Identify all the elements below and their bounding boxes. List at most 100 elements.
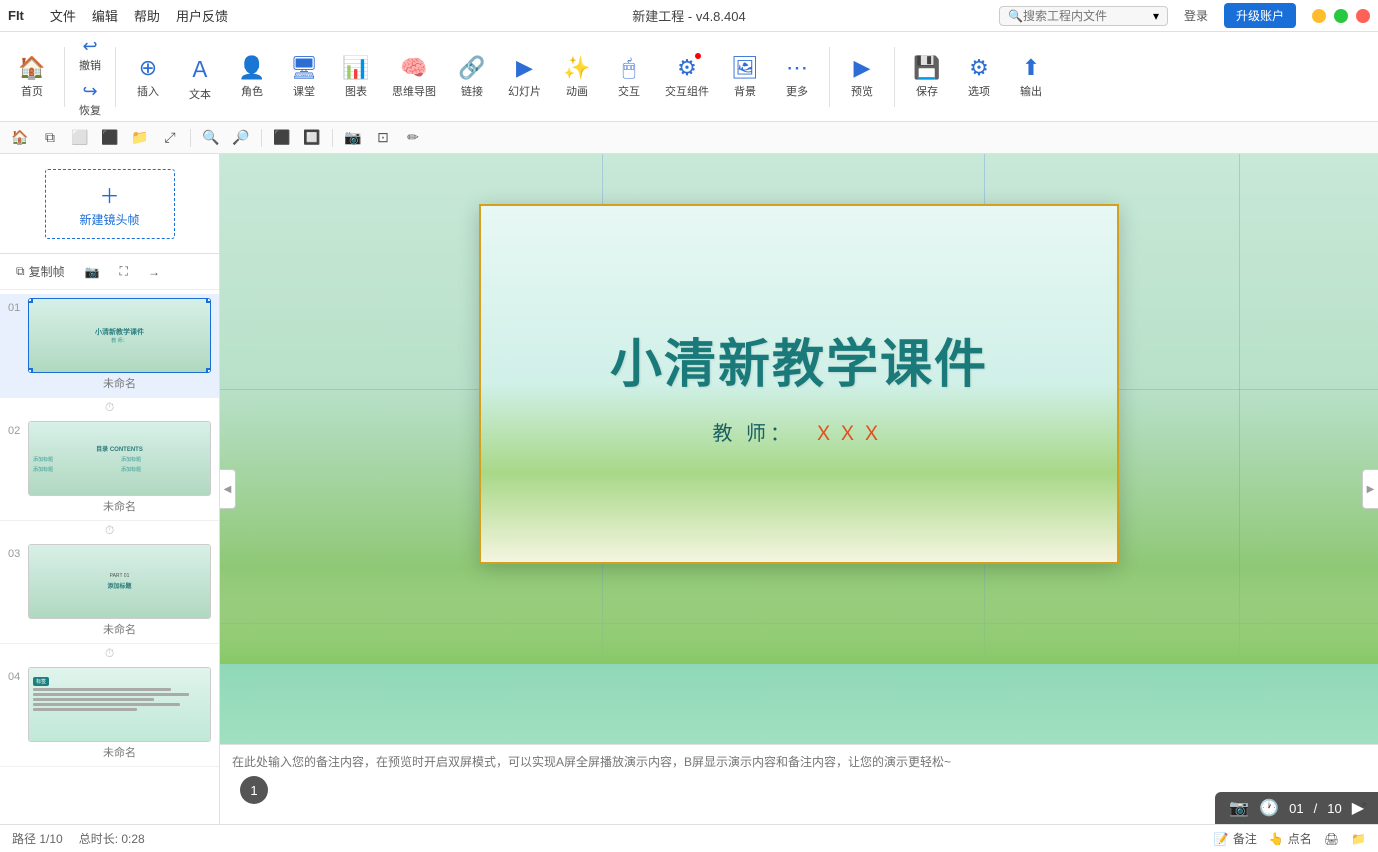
tb2-zoom-out-icon[interactable]: 🔎	[229, 126, 253, 150]
new-frame-area[interactable]: ＋ 新建镜头帧	[0, 154, 219, 254]
app-logo: FIt	[8, 8, 24, 23]
plus-icon: ＋	[100, 180, 120, 209]
tool-preview[interactable]: ▶ 预览	[838, 51, 886, 103]
tool-role[interactable]: 👤 角色	[228, 51, 276, 103]
slide-subtitle: 教 师： ＸＸＸ	[712, 417, 885, 446]
tool-save[interactable]: 💾 保存	[903, 51, 951, 103]
playback-play-icon[interactable]: 🕐	[1259, 798, 1279, 818]
tool-chart[interactable]: 📊 图表	[332, 51, 380, 103]
tool-undo[interactable]: ↩ 撤销	[73, 33, 107, 76]
status-right: 📝 备注 👆 点名 🖨 📁	[1214, 830, 1366, 847]
slide-item-3[interactable]: 03 PART 01 添加标题 未命名	[0, 540, 219, 644]
toggle-right-sidebar[interactable]: ▶	[1362, 469, 1378, 509]
menu-help[interactable]: 帮助	[134, 6, 160, 25]
slide-item-4[interactable]: 04 标签	[0, 663, 219, 767]
notes-button[interactable]: 📝 备注	[1214, 830, 1257, 847]
tool-redo[interactable]: ↪ 恢复	[73, 78, 107, 121]
animation-icon: ✨	[563, 55, 590, 81]
thumb-label-2: 目录 CONTENTS	[96, 444, 143, 453]
minimize-button[interactable]	[1312, 9, 1326, 23]
folder-icon: 📁	[1351, 832, 1366, 846]
interact-label: 交互	[618, 83, 640, 99]
time-icon-1: ⏱	[0, 398, 219, 417]
tb2-home-icon[interactable]: 🏠	[8, 126, 32, 150]
tool-classroom[interactable]: 🖥 课堂	[280, 51, 328, 103]
login-button[interactable]: 登录	[1176, 4, 1216, 27]
tool-more[interactable]: ⋯ 更多	[773, 51, 821, 103]
tool-export[interactable]: ⬆ 输出	[1007, 51, 1055, 103]
slide-label: 幻灯片	[508, 83, 541, 99]
slide-item-2[interactable]: 02 目录 CONTENTS 添加标题 添加标题 添加标题 添加标题	[0, 417, 219, 521]
mindmap-label: 思维导图	[392, 83, 436, 99]
pointer-button[interactable]: 👆 点名	[1269, 830, 1312, 847]
background-label: 背景	[734, 83, 756, 99]
slide-name-2: 未命名	[28, 496, 211, 516]
arrow-icon: →	[148, 265, 160, 279]
chart-label: 图表	[345, 83, 367, 99]
copy-frame-button[interactable]: ⧉ 复制帧	[10, 260, 71, 283]
tb2-align-icon[interactable]: 🔲	[300, 126, 324, 150]
search-dropdown-icon[interactable]: ▾	[1153, 9, 1159, 23]
arrow-button[interactable]: →	[142, 262, 166, 282]
tb2-align-left-icon[interactable]: ⬛	[270, 126, 294, 150]
print-button[interactable]: 🖨	[1324, 832, 1339, 846]
tb2-copy-icon[interactable]: ⧉	[38, 126, 62, 150]
tb2-sep-3	[332, 129, 333, 147]
folder-button[interactable]: 📁	[1351, 832, 1366, 846]
tool-mindmap[interactable]: 🧠 思维导图	[384, 51, 444, 103]
link-label: 链接	[461, 83, 483, 99]
slide-wrapper-2: 目录 CONTENTS 添加标题 添加标题 添加标题 添加标题 未命名	[28, 421, 211, 516]
redo-icon: ↪	[82, 81, 97, 102]
slide-canvas[interactable]: 小清新教学课件 教 师： ＸＸＸ	[479, 204, 1119, 564]
tb2-duplicate-icon[interactable]: ⬛	[98, 126, 122, 150]
toggle-left-sidebar[interactable]: ◀	[220, 469, 236, 509]
tb2-crop-icon[interactable]: ⊡	[371, 126, 395, 150]
insert-icon: ⊕	[139, 55, 157, 81]
role-icon: 👤	[238, 55, 265, 81]
slide-name-3: 未命名	[28, 619, 211, 639]
search-input[interactable]	[1023, 9, 1153, 23]
menu-edit[interactable]: 编辑	[92, 6, 118, 25]
screenshot-button[interactable]: 📷	[79, 262, 106, 282]
tb2-camera-icon[interactable]: 📷	[341, 126, 365, 150]
tool-interact[interactable]: 🖱 交互	[605, 51, 653, 103]
duration-info: 总时长: 0:28	[79, 830, 145, 847]
tb2-paste-icon[interactable]: ⬜	[68, 126, 92, 150]
tool-background[interactable]: 🖼 背景	[721, 51, 769, 103]
menu-file[interactable]: 文件	[50, 6, 76, 25]
notes-textarea[interactable]	[232, 753, 1366, 781]
tool-options[interactable]: ⚙ 选项	[955, 51, 1003, 103]
tb2-zoom-in-icon[interactable]: 🔍	[199, 126, 223, 150]
tool-text[interactable]: Ａ 文本	[176, 48, 224, 106]
tool-home[interactable]: 🏠 首页	[8, 51, 56, 103]
tool-link[interactable]: 🔗 链接	[448, 51, 496, 103]
main-toolbar: 🏠 首页 ↩ 撤销 ↪ 恢复 ⊕ 插入 Ａ 文本 👤 角色 🖥 课堂 📊 图表 …	[0, 32, 1378, 122]
close-button[interactable]	[1356, 9, 1370, 23]
tb2-expand-icon[interactable]: ⤢	[158, 126, 182, 150]
tool-slide[interactable]: ▶ 幻灯片	[500, 51, 549, 103]
fullscreen-button[interactable]: ⛶	[114, 261, 134, 282]
interact-icon: 🖱	[622, 55, 635, 81]
menu-feedback[interactable]: 用户反馈	[176, 6, 228, 25]
tool-insert[interactable]: ⊕ 插入	[124, 51, 172, 103]
playback-next-icon[interactable]: ▶	[1352, 798, 1364, 818]
search-box[interactable]: 🔍 ▾	[999, 6, 1168, 26]
tool-interact-group[interactable]: ⚙ 交互组件	[657, 51, 717, 103]
undo-icon: ↩	[82, 36, 97, 57]
playback-prev-icon[interactable]: 📷	[1229, 798, 1249, 818]
tb2-edit-icon[interactable]: ✏	[401, 126, 425, 150]
canvas-area: ◀ ▶ 小清新教学	[220, 154, 1378, 824]
notes-area: ⤢	[220, 744, 1378, 824]
slide-list: 01 小清新教学课件 教 师： 未命名	[0, 290, 219, 824]
slide-item-1[interactable]: 01 小清新教学课件 教 师： 未命名	[0, 294, 219, 398]
maximize-button[interactable]	[1334, 9, 1348, 23]
tool-animation[interactable]: ✨ 动画	[553, 51, 601, 103]
teacher-name: ＸＸＸ	[814, 423, 886, 445]
screenshot-icon: 📷	[85, 265, 100, 279]
background-icon: 🖼	[731, 55, 759, 81]
toolbar-sep-2	[115, 47, 116, 107]
upgrade-button[interactable]: 升级账户	[1224, 3, 1296, 28]
tb2-group-icon[interactable]: 📁	[128, 126, 152, 150]
export-label: 输出	[1020, 83, 1042, 99]
thumb-title-1: 小清新教学课件	[95, 327, 144, 337]
